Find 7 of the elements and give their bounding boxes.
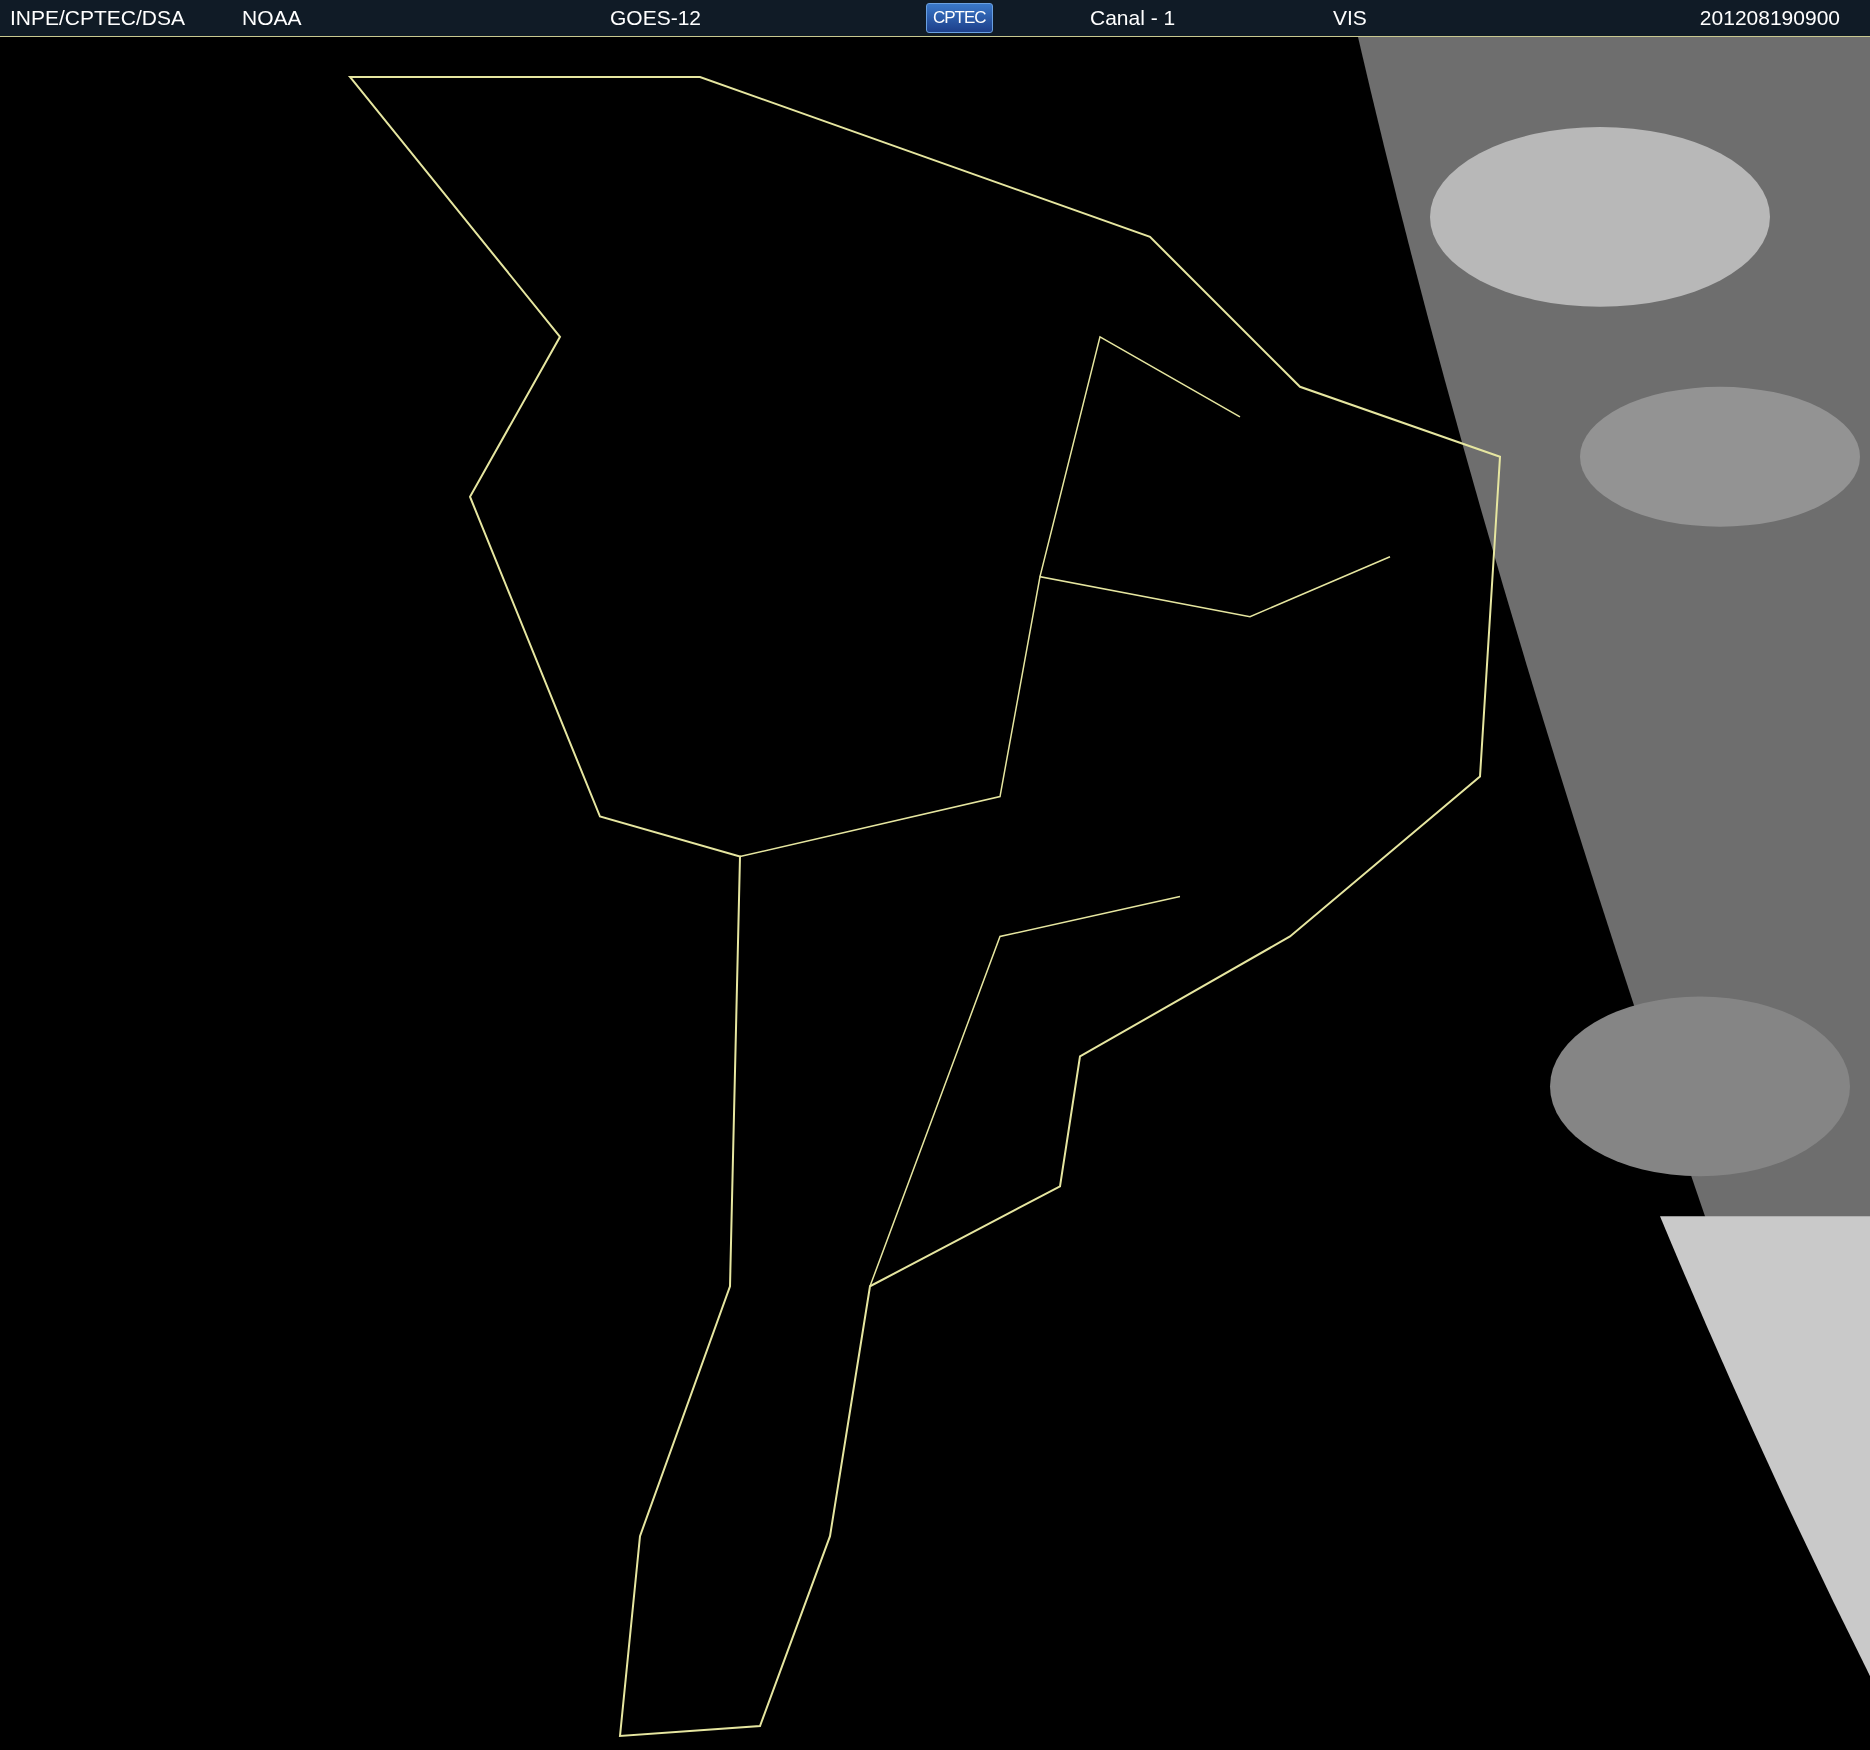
logo: CPTEC [926,3,993,33]
band-label: VIS [1333,6,1367,29]
channel-label: Canal - 1 [1090,6,1176,29]
satellite-label: GOES-12 [610,6,702,29]
source-label: INPE/CPTEC/DSA [10,6,186,29]
timestamp-label: 201208190900 [1699,6,1840,29]
agency-label: NOAA [242,6,302,29]
